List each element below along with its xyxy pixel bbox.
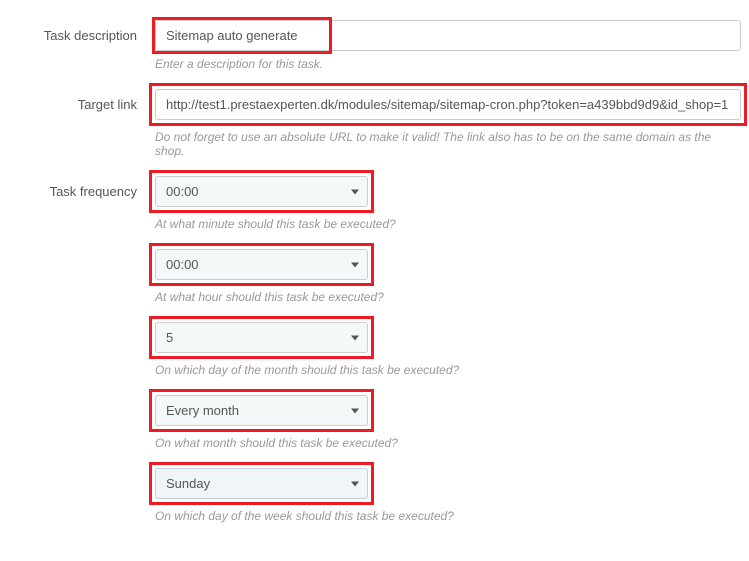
task-description-help: Enter a description for this task. xyxy=(155,57,741,71)
month-select[interactable]: Every month xyxy=(155,395,368,426)
chevron-down-icon xyxy=(351,408,359,413)
task-description-label: Task description xyxy=(0,20,155,43)
hour-help: At what hour should this task be execute… xyxy=(155,290,741,304)
task-description-row: Task description Enter a description for… xyxy=(0,20,749,71)
hour-select[interactable]: 00:00 xyxy=(155,249,368,280)
task-frequency-minute-row: Task frequency 00:00 At what minute shou… xyxy=(0,176,749,231)
month-value: Every month xyxy=(166,403,239,418)
task-description-input[interactable] xyxy=(155,20,741,51)
target-link-help: Do not forget to use an absolute URL to … xyxy=(155,130,741,158)
task-frequency-dayofweek-row: Sunday On which day of the week should t… xyxy=(0,468,749,523)
chevron-down-icon xyxy=(351,189,359,194)
task-frequency-month-row: Every month On what month should this ta… xyxy=(0,395,749,450)
target-link-input[interactable] xyxy=(155,89,741,120)
dayofweek-select[interactable]: Sunday xyxy=(155,468,368,499)
target-link-label: Target link xyxy=(0,89,155,112)
task-frequency-label: Task frequency xyxy=(0,176,155,199)
month-help: On what month should this task be execut… xyxy=(155,436,741,450)
dayofmonth-select[interactable]: 5 xyxy=(155,322,368,353)
dayofweek-help: On which day of the week should this tas… xyxy=(155,509,741,523)
minute-select[interactable]: 00:00 xyxy=(155,176,368,207)
minute-help: At what minute should this task be execu… xyxy=(155,217,741,231)
target-link-row: Target link Do not forget to use an abso… xyxy=(0,89,749,158)
chevron-down-icon xyxy=(351,262,359,267)
dayofmonth-help: On which day of the month should this ta… xyxy=(155,363,741,377)
dayofmonth-value: 5 xyxy=(166,330,173,345)
dayofweek-value: Sunday xyxy=(166,476,210,491)
task-frequency-dayofmonth-row: 5 On which day of the month should this … xyxy=(0,322,749,377)
task-frequency-hour-row: 00:00 At what hour should this task be e… xyxy=(0,249,749,304)
chevron-down-icon xyxy=(351,481,359,486)
minute-value: 00:00 xyxy=(166,184,199,199)
chevron-down-icon xyxy=(351,335,359,340)
hour-value: 00:00 xyxy=(166,257,199,272)
